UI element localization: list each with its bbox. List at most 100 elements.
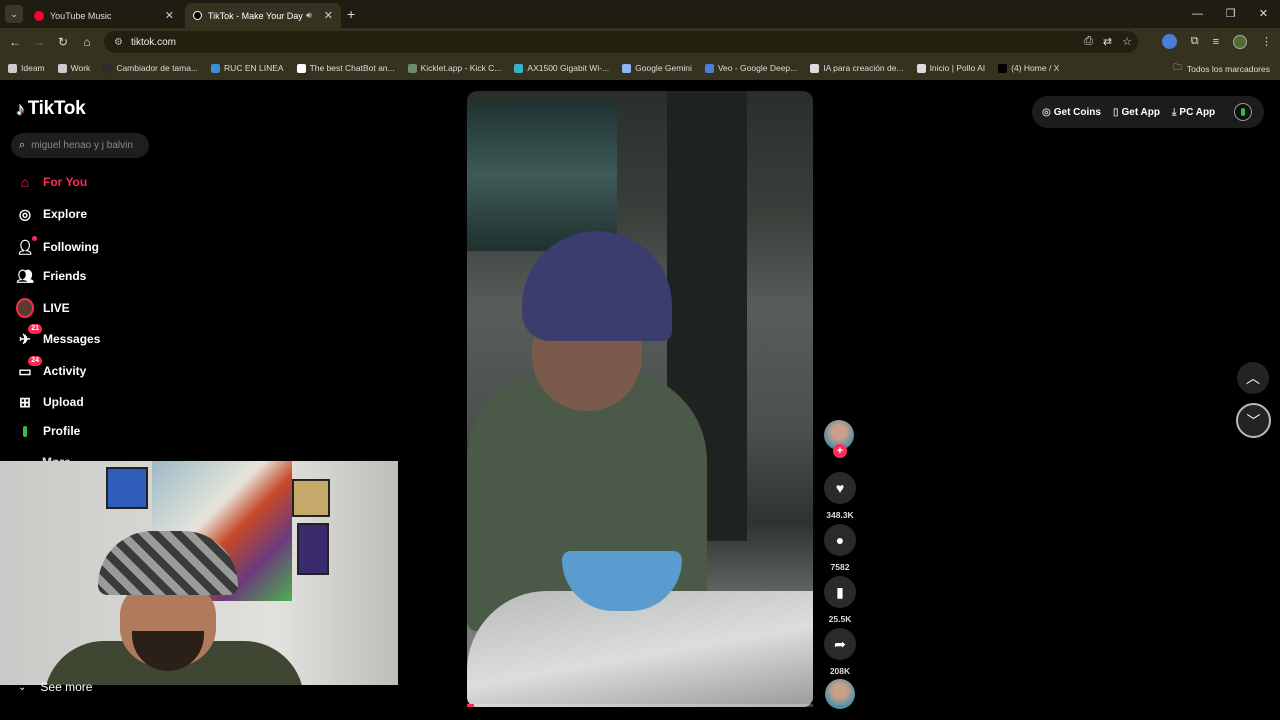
see-more-button[interactable]: ⌄ See more [18, 680, 92, 694]
sidebar-item-friends[interactable]: 👥︎ Friends [16, 267, 86, 285]
close-tab-icon[interactable]: ✕ [165, 9, 174, 22]
install-app-icon[interactable]: ⎙ [1084, 35, 1093, 48]
gemini-extension-icon[interactable] [1161, 34, 1177, 49]
next-video-button[interactable]: ﹀ [1236, 403, 1271, 438]
video-progress-bar[interactable] [467, 704, 813, 707]
bookmark-item[interactable]: Google Gemini [622, 63, 692, 73]
tab-search-button[interactable]: ⌄ [5, 5, 23, 23]
bookmark-label: Cambiador de tama... [116, 63, 199, 73]
creator-avatar[interactable]: + [824, 420, 854, 458]
bookmark-item[interactable]: Cambiador de tama... [103, 63, 198, 73]
search-icon[interactable]: ⌕ [19, 139, 25, 152]
close-window-icon[interactable]: ✕ [1247, 0, 1280, 28]
coin-icon: ◎ [1042, 106, 1051, 118]
sidebar-item-profile[interactable]: Profile [16, 422, 80, 440]
bookmark-favicon-icon [622, 63, 632, 73]
share-action[interactable]: ➦ 208K [824, 628, 856, 676]
share-icon[interactable]: ➦ [824, 628, 856, 660]
home-browser-icon[interactable]: ⌂ [75, 35, 99, 49]
reload-icon[interactable]: ↻ [51, 35, 75, 49]
upload-icon: ⊞ [19, 393, 31, 410]
wall-poster-joker [297, 523, 329, 575]
bookmark-icon[interactable]: ▮ [824, 576, 856, 608]
follow-plus-icon[interactable]: + [833, 444, 847, 458]
heart-icon[interactable]: ♥ [824, 472, 856, 504]
tab-youtube-music[interactable]: YouTube Music ✕ [26, 3, 182, 28]
sound-disc-avatar[interactable] [825, 679, 855, 709]
messages-icon: ✈ 21 [16, 324, 42, 348]
address-bar[interactable]: ⚙ tiktok.com ⎙ ⇄ ☆ [104, 31, 1138, 53]
extensions-icon[interactable]: ⧉ [1191, 35, 1199, 48]
search-box[interactable]: ⌕ [11, 133, 149, 158]
audio-playing-icon[interactable]: 🔊︎ [306, 10, 312, 21]
sidebar-item-label: Explore [43, 207, 88, 221]
browser-toolbar: ← → ↻ ⌂ ⚙ tiktok.com ⎙ ⇄ ☆ ⧉ ≡ ⋮ [0, 28, 1280, 56]
get-app-button[interactable]: ▯ Get App [1113, 107, 1160, 118]
wall-poster-game [106, 467, 148, 509]
pc-app-button[interactable]: ⤓ PC App [1172, 107, 1215, 118]
bookmark-item[interactable]: RUC EN LINEA [211, 63, 284, 73]
browser-menu-icon[interactable]: ⋮ [1261, 35, 1272, 48]
forward-icon[interactable]: → [27, 35, 51, 49]
sidebar-item-label: Following [43, 240, 99, 254]
tiktok-note-icon: ♪ [16, 98, 25, 119]
video-player[interactable] [467, 91, 813, 707]
minimize-icon[interactable]: — [1181, 0, 1214, 28]
wall-poster-gta [292, 479, 330, 517]
sidebar-item-messages[interactable]: ✈ 21 Messages [16, 324, 101, 348]
share-count: 208K [829, 666, 851, 676]
top-actions-bar: ◎ Get Coins ▯ Get App ⤓ PC App [1032, 96, 1264, 128]
bookmark-favicon-icon [296, 63, 306, 73]
bookmark-item[interactable]: (4) Home / X [998, 63, 1059, 73]
sidebar-item-for-you[interactable]: ⌂ For You [16, 173, 87, 191]
bookmark-favicon-icon [211, 63, 221, 73]
save-action[interactable]: ▮ 25.5K [824, 576, 856, 624]
bookmark-label: Google Gemini [635, 63, 692, 73]
sidebar-item-upload[interactable]: ⊞ Upload [16, 393, 84, 411]
tab-tiktok[interactable]: TikTok - Make Your Day 🔊︎ ✕ [185, 3, 341, 28]
browser-profile-avatar[interactable] [1233, 34, 1247, 49]
translate-icon[interactable]: ⇄ [1103, 35, 1112, 48]
tiktok-logo[interactable]: ♪ TikTok [16, 98, 86, 120]
bookmark-item[interactable]: Inicio | Pollo AI [916, 63, 985, 73]
youtube-music-favicon-icon [34, 10, 44, 21]
sidebar-item-label: Messages [43, 332, 101, 346]
like-action[interactable]: ♥ 348.3K [824, 472, 856, 520]
sidebar-item-live[interactable]: LIVE [16, 298, 70, 318]
bookmark-item[interactable]: The best ChatBot an... [296, 63, 395, 73]
get-coins-label: Get Coins [1053, 106, 1101, 118]
comment-icon[interactable]: ● [824, 524, 856, 556]
sidebar-item-explore[interactable]: ◎ Explore [16, 205, 87, 223]
user-avatar[interactable] [1234, 103, 1252, 121]
previous-video-button[interactable]: ︿ [1237, 362, 1269, 394]
video-scene-window [467, 101, 617, 251]
folder-icon: 🗀 [1173, 62, 1182, 72]
bookmark-star-icon[interactable]: ☆ [1122, 35, 1132, 48]
all-bookmarks-button[interactable]: 🗀 Todos los marcadores [1173, 62, 1270, 76]
get-app-label: Get App [1121, 106, 1160, 118]
comment-action[interactable]: ● 7582 [824, 524, 856, 572]
tab-title: YouTube Music [50, 10, 112, 21]
sidebar-item-activity[interactable]: ▭ 24 Activity [16, 356, 86, 380]
close-tab-icon[interactable]: ✕ [324, 9, 333, 22]
comment-count: 7582 [830, 562, 850, 572]
logo-text: TikTok [27, 98, 86, 119]
bookmark-item[interactable]: Ideam [8, 63, 45, 73]
site-info-icon[interactable]: ⚙ [114, 37, 123, 48]
get-coins-button[interactable]: ◎ Get Coins [1042, 107, 1101, 118]
search-input[interactable] [31, 140, 142, 151]
tiktok-page: ♪ TikTok ⌕ ⌂ For You ◎ Explore 👤︎ Following 👥︎… [0, 80, 1280, 720]
bookmark-item[interactable]: Work [57, 63, 91, 73]
restore-icon[interactable]: ❐ [1214, 0, 1247, 28]
live-icon [16, 298, 34, 318]
back-icon[interactable]: ← [3, 35, 27, 49]
bookmark-label: Work [70, 63, 91, 73]
new-tab-button[interactable]: + [347, 6, 355, 22]
bookmark-label: RUC EN LINEA [224, 63, 284, 73]
bookmark-item[interactable]: IA para creación de... [810, 63, 904, 73]
bookmark-item[interactable]: Veo - Google Deep... [704, 63, 797, 73]
reading-list-icon[interactable]: ≡ [1213, 36, 1219, 48]
bookmark-item[interactable]: AX1500 Gigabit Wi-... [514, 63, 609, 73]
sidebar-item-following[interactable]: 👤︎ Following [16, 236, 99, 256]
bookmark-item[interactable]: Kicklet.app - Kick C... [407, 63, 501, 73]
